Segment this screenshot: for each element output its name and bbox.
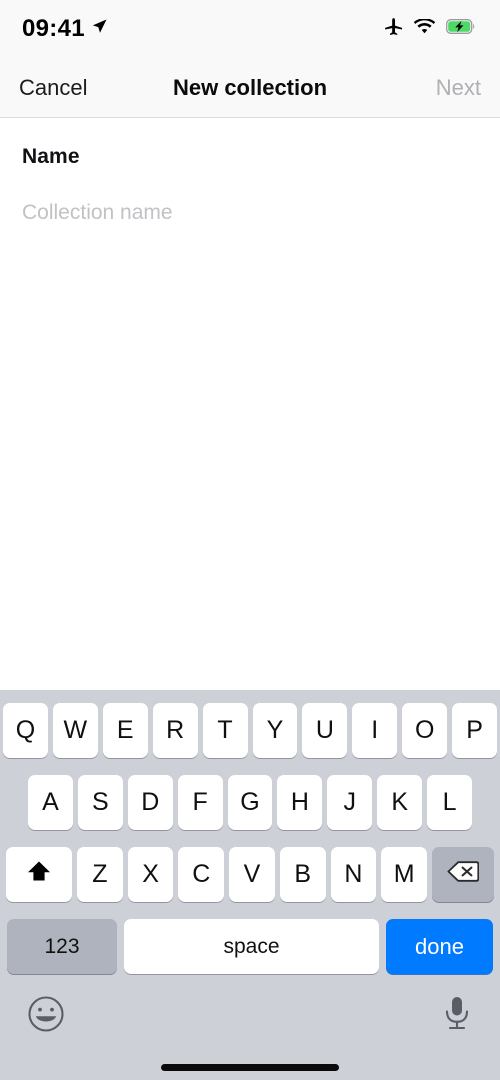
cancel-button[interactable]: Cancel — [19, 75, 87, 101]
key-x[interactable]: X — [127, 847, 174, 902]
emoji-smiley-icon[interactable] — [26, 994, 66, 1039]
key-q[interactable]: Q — [2, 703, 48, 758]
key-n[interactable]: N — [330, 847, 377, 902]
key-a[interactable]: A — [28, 775, 73, 830]
collection-name-input[interactable] — [22, 201, 478, 225]
backspace-key[interactable] — [432, 847, 495, 902]
key-f[interactable]: F — [177, 775, 223, 830]
key-m[interactable]: M — [381, 847, 428, 902]
status-bar-clock: 09:41 — [22, 15, 85, 42]
iphone-screen: 09:41 Cancel New collection Next Name Co… — [0, 0, 500, 1080]
keyboard-bottom-bar — [0, 974, 500, 1080]
key-e[interactable]: E — [102, 703, 148, 758]
key-y[interactable]: Y — [252, 703, 298, 758]
status-bar: 09:41 — [0, 0, 500, 58]
name-field-label: Name — [22, 145, 80, 168]
location-arrow-icon — [91, 18, 108, 40]
key-c[interactable]: C — [178, 847, 225, 902]
key-d[interactable]: D — [127, 775, 173, 830]
key-v[interactable]: V — [229, 847, 275, 902]
key-t[interactable]: T — [202, 703, 248, 758]
numbers-key[interactable]: 123 — [7, 919, 117, 974]
navigation-bar: Cancel New collection Next — [0, 58, 500, 118]
space-key[interactable]: space — [124, 919, 379, 974]
backspace-delete-icon — [447, 860, 480, 890]
keyboard-row-3: Z X C V B N M — [0, 847, 500, 902]
battery-charging-icon — [446, 19, 476, 39]
status-bar-right — [384, 17, 476, 41]
home-indicator[interactable] — [161, 1064, 339, 1071]
new-collection-form: Name — [0, 118, 500, 690]
microphone-icon[interactable] — [440, 994, 474, 1039]
shift-key[interactable] — [5, 847, 72, 902]
key-i[interactable]: I — [352, 703, 398, 758]
key-g[interactable]: G — [227, 775, 273, 830]
shift-up-arrow-icon — [26, 859, 52, 891]
key-k[interactable]: K — [377, 775, 423, 830]
keyboard-row-4: 123 space done — [0, 919, 500, 974]
key-z[interactable]: Z — [76, 847, 123, 902]
key-h[interactable]: H — [277, 775, 323, 830]
next-button[interactable]: Next — [436, 75, 481, 101]
airplane-mode-icon — [384, 17, 403, 41]
key-u[interactable]: U — [302, 703, 348, 758]
key-j[interactable]: J — [327, 775, 373, 830]
key-r[interactable]: R — [152, 703, 198, 758]
key-s[interactable]: S — [77, 775, 123, 830]
keyboard-row-1: Q W E R T Y U I O P — [0, 703, 500, 758]
key-p[interactable]: P — [452, 703, 498, 758]
key-w[interactable]: W — [52, 703, 98, 758]
key-b[interactable]: B — [279, 847, 326, 902]
key-o[interactable]: O — [402, 703, 448, 758]
status-bar-left: 09:41 — [22, 15, 108, 43]
done-key[interactable]: done — [386, 919, 493, 974]
wifi-icon — [413, 17, 436, 40]
onscreen-keyboard: Q W E R T Y U I O P A S D F G H J K L Z … — [0, 690, 500, 1080]
keyboard-row-2: A S D F G H J K L — [0, 775, 500, 830]
key-l[interactable]: L — [427, 775, 473, 830]
